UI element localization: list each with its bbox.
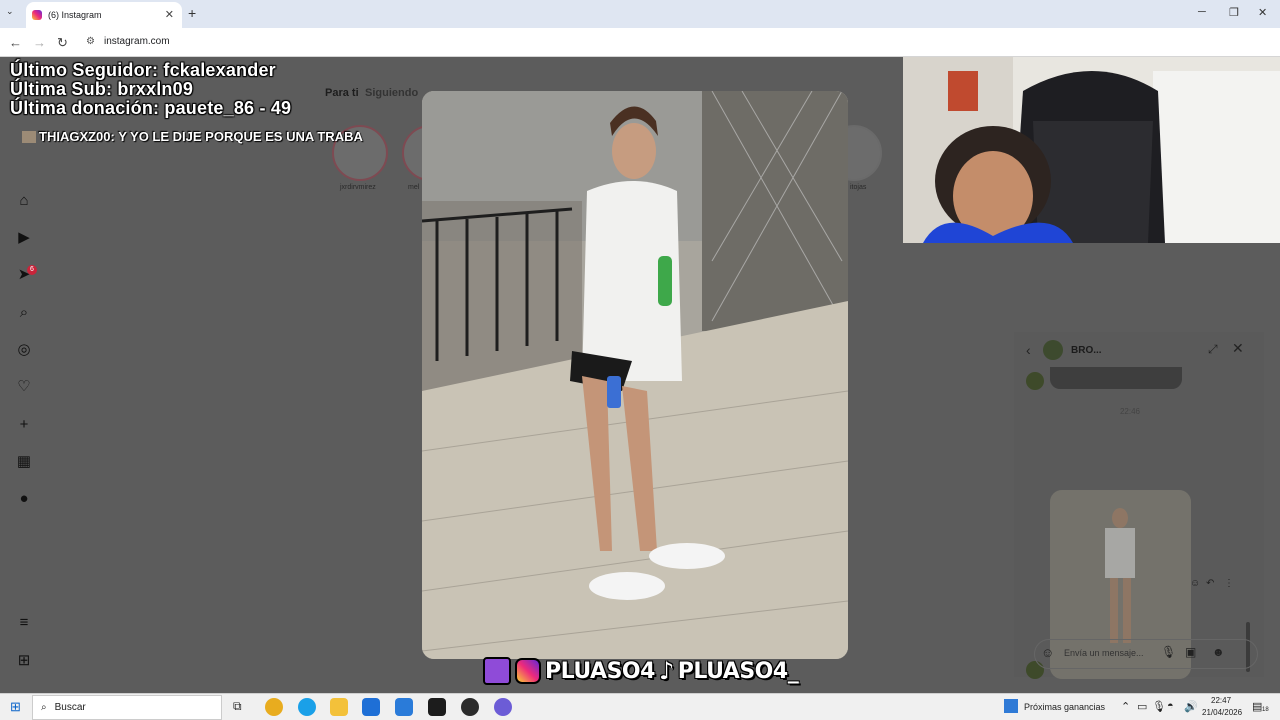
close-tab-icon[interactable]: ✕ (165, 8, 174, 21)
streamer-branding: PLUASO4 ♪ PLUASO4_ (483, 655, 799, 687)
file-explorer-icon[interactable] (330, 698, 348, 716)
photo-illustration (422, 91, 848, 659)
chat-overlay: THIAGXZ00: Y YO LE DIJE PORQUE ES UNA TR… (22, 129, 363, 144)
close-window-icon[interactable]: ✕ (1258, 6, 1267, 19)
more-menu-icon[interactable]: ≡ (14, 613, 34, 633)
discord-icon[interactable] (494, 698, 512, 716)
volume-icon[interactable]: 🔊 (1184, 700, 1198, 713)
threads-icon[interactable]: ⊞ (14, 651, 34, 671)
instagram-logo-icon (515, 658, 541, 684)
obs-icon[interactable] (461, 698, 479, 716)
previous-message[interactable] (1050, 367, 1182, 389)
tab-siguiendo[interactable]: Siguiendo (365, 87, 418, 99)
notifications-heart-icon[interactable]: ♡ (14, 377, 34, 397)
reply-icon[interactable]: ↶ (1206, 578, 1214, 589)
terminal-icon[interactable] (428, 698, 446, 716)
news-widget-label[interactable]: Próximas ganancias (1024, 702, 1105, 712)
restore-icon[interactable]: ❐ (1229, 6, 1239, 19)
webcam-illustration (903, 57, 1280, 243)
news-widget-icon[interactable] (1004, 699, 1018, 713)
new-tab-button[interactable]: + (188, 5, 196, 21)
site-info-icon[interactable]: ⚙ (86, 36, 95, 47)
chat-message: THIAGXZ00: Y YO LE DIJE PORQUE ES UNA TR… (39, 129, 363, 144)
opened-photo[interactable] (422, 91, 848, 659)
dashboard-icon[interactable]: ▦ (14, 452, 34, 472)
messages-badge: 6 (27, 265, 37, 275)
taskbar-search[interactable]: ⌕ Buscar (32, 695, 222, 720)
edge-icon[interactable] (298, 698, 316, 716)
close-icon[interactable]: ✕ (1232, 340, 1244, 357)
wifi-icon[interactable]: ◓ (1167, 700, 1174, 712)
instagram-handle: PLUASO4 (545, 658, 655, 684)
create-icon[interactable]: + (14, 415, 34, 435)
clock-date[interactable]: 21/04/2026 (1202, 708, 1242, 717)
windows-taskbar: ⊞ ⌕ Buscar ⧉ Próximas ganancias ⌃ ▭ 🎙 ◓ … (0, 693, 1280, 720)
reload-icon[interactable]: ↻ (57, 35, 68, 51)
chrome-icon[interactable] (265, 698, 283, 716)
tab-para-ti[interactable]: Para ti (325, 87, 359, 99)
microphone-tray-icon[interactable]: 🎙 (1152, 700, 1166, 713)
dm-avatar[interactable] (1043, 340, 1063, 360)
search-label: Buscar (54, 702, 86, 713)
sticker-icon[interactable]: ☻ (1212, 645, 1225, 659)
clock-time[interactable]: 22:47 (1211, 696, 1231, 705)
minimize-icon[interactable]: ─ (1198, 6, 1206, 18)
instagram-page: ⌂ ▶ ➤ 6 ⌕ ◎ ♡ + ▦ ● ≡ ⊞ Para ti Siguiend… (0, 57, 1280, 693)
react-emoji-icon[interactable]: ☺ (1190, 578, 1200, 589)
image-icon[interactable]: ▣ (1185, 645, 1196, 659)
dm-popup: ‹ BRO... ⤢ ✕ 22:46 ☺ ↶ ⋮ (1014, 332, 1264, 679)
explore-icon[interactable]: ◎ (14, 340, 34, 360)
tab-instagram[interactable]: (6) Instagram ✕ (26, 2, 182, 28)
last-sub-text: Última Sub: brxxln09 (10, 79, 194, 99)
more-options-icon[interactable]: ⋮ (1224, 578, 1234, 589)
store-icon[interactable] (362, 698, 380, 716)
emoji-icon[interactable]: ☺ (1041, 645, 1054, 660)
twitch-logo-icon (483, 657, 511, 685)
url-field[interactable]: instagram.com (104, 36, 170, 47)
sender-avatar (1026, 372, 1044, 390)
dm-timestamp: 22:46 (1119, 407, 1141, 416)
story-label: itojas (850, 184, 867, 191)
last-donation-text: Última donación: pauete_86 - 49 (10, 98, 292, 118)
search-icon: ⌕ (41, 702, 47, 713)
chat-avatar (22, 130, 36, 143)
search-icon[interactable]: ⌕ (14, 303, 34, 323)
expand-icon[interactable]: ⤢ (1208, 342, 1218, 357)
tiktok-handle: PLUASO4_ (677, 658, 799, 684)
back-icon[interactable]: ← (9, 35, 22, 50)
tiktok-logo-icon: ♪ (658, 657, 674, 685)
story-label: jxrdirvmirez (340, 184, 376, 191)
story-label: mel (408, 184, 420, 191)
microphone-icon[interactable]: 🎙 (1161, 645, 1176, 659)
reels-icon[interactable]: ▶ (14, 228, 34, 248)
notifications-count: 18 (1262, 707, 1269, 713)
dm-header: ‹ BRO... ⤢ ✕ (1014, 332, 1264, 368)
task-view-icon[interactable]: ⧉ (233, 699, 242, 714)
back-chevron-icon[interactable]: ‹ (1026, 342, 1031, 358)
tray-chevron-icon[interactable]: ⌃ (1121, 700, 1130, 713)
tab-title: (6) Instagram (48, 10, 102, 20)
mail-icon[interactable] (395, 698, 413, 716)
home-icon[interactable]: ⌂ (14, 191, 34, 211)
tab-list-chevron-icon[interactable]: ⌄ (6, 6, 14, 17)
last-follower-text: Último Seguidor: fckalexander (10, 60, 276, 80)
message-placeholder: Envía un mensaje... (1064, 648, 1144, 658)
notifications-icon[interactable]: ▤ (1252, 700, 1262, 713)
browser-tab-bar: ⌄ (6) Instagram ✕ + ─ ❐ ✕ (0, 0, 1280, 28)
windows-start-icon[interactable]: ⊞ (10, 699, 21, 715)
streamer-webcam (903, 57, 1280, 243)
network-icon[interactable]: ▭ (1137, 700, 1147, 713)
address-bar: ← → ↻ ⚙ instagram.com (0, 28, 1280, 57)
profile-avatar[interactable]: ● (14, 489, 34, 509)
instagram-favicon-icon (32, 10, 42, 20)
dm-contact-name[interactable]: BRO... (1071, 345, 1102, 356)
forward-icon[interactable]: → (33, 35, 46, 50)
